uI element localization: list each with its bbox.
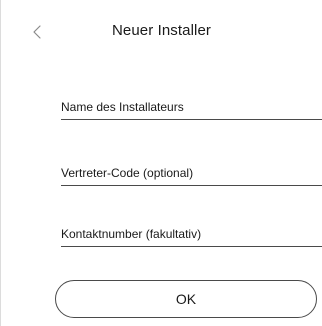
ok-button-label: OK: [175, 291, 197, 307]
agent-code-input[interactable]: [61, 166, 301, 180]
ok-button[interactable]: OK: [55, 280, 317, 318]
header: Neuer Installer: [1, 18, 322, 46]
contact-number-field: [61, 220, 322, 247]
new-installer-screen: Neuer Installer OK: [0, 0, 322, 326]
installer-name-field: [61, 93, 322, 120]
page-title: Neuer Installer: [111, 22, 212, 39]
agent-code-field: [61, 159, 322, 186]
installer-name-input[interactable]: [61, 100, 301, 114]
contact-number-input[interactable]: [61, 227, 301, 241]
